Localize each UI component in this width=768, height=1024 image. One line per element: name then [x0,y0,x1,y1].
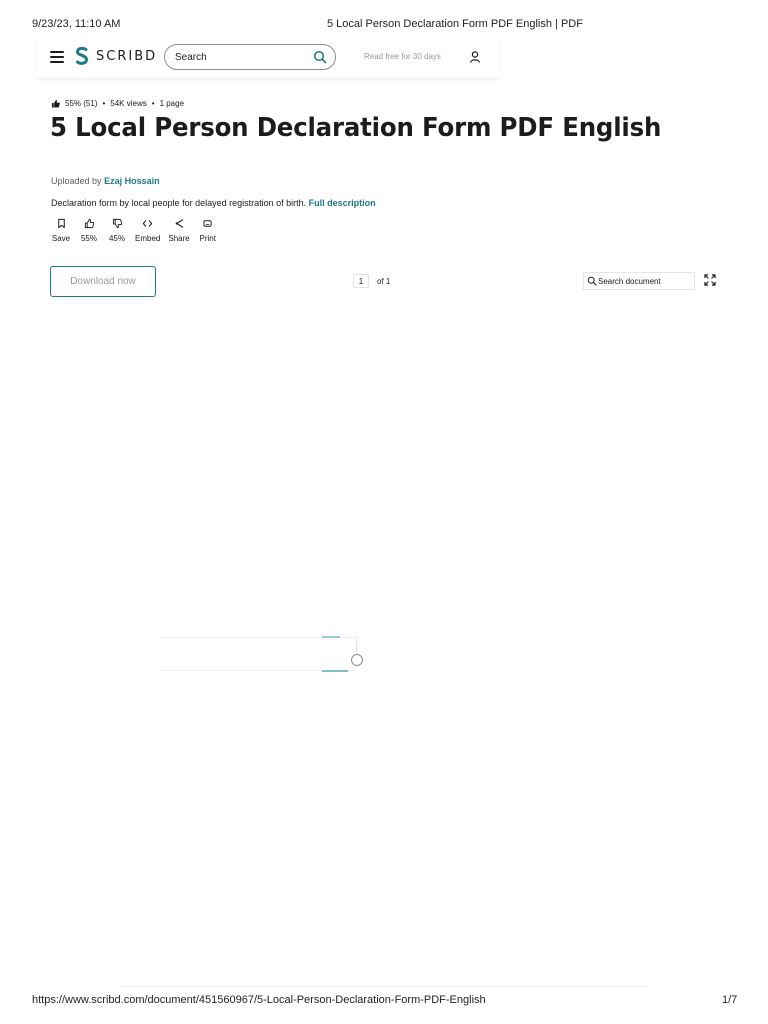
search-box [164,44,336,70]
print-page-count: 1/7 [722,994,738,1006]
save-label: Save [51,234,71,243]
document-actions: Save 55% 45% Embed Share Print [51,218,218,243]
description-text: Declaration form by local people for del… [51,198,307,208]
search-input[interactable] [175,49,305,65]
printer-icon [203,220,212,227]
share-label: Share [168,234,190,243]
document-description: Declaration form by local people for del… [51,198,376,208]
fullscreen-icon[interactable] [704,274,716,286]
page-divider [120,986,648,987]
share-icon [175,219,183,228]
document-title: 5 Local Person Declaration Form PDF Engl… [50,113,662,143]
pages-text: 1 page [159,99,185,108]
brand-name[interactable]: SCRIBD [96,49,157,64]
page-number-input[interactable]: 1 [353,274,369,288]
uploaded-by-label: Uploaded by [51,176,102,186]
separator-dot: • [151,99,155,108]
full-description-link[interactable]: Full description [309,198,376,208]
save-button[interactable]: Save [51,218,71,243]
thumbs-down-icon [112,218,122,229]
like-button[interactable]: 55% [79,218,99,243]
document-search-input[interactable] [598,275,690,287]
embed-label: Embed [135,234,161,243]
share-button[interactable]: Share [168,218,190,243]
bookmark-icon [57,218,65,229]
print-datetime: 9/23/23, 11:10 AM [32,18,121,30]
page-total: of 1 [377,277,391,286]
uploaded-by: Uploaded by Ezaj Hossain [51,176,160,186]
document-search [583,272,695,290]
embed-button[interactable]: Embed [135,218,160,243]
user-icon[interactable] [468,50,482,64]
dislike-percent: 45% [108,234,125,243]
menu-icon[interactable] [50,51,64,63]
uploader-link[interactable]: Ezaj Hossain [104,176,160,186]
print-label: Print [199,234,216,243]
print-page-title: 5 Local Person Declaration Form PDF Engl… [327,18,583,30]
rating-text: 55% (51) [65,99,98,108]
loading-bar [322,636,340,638]
download-button[interactable]: Download now [50,266,156,297]
thumbs-up-icon [84,218,94,229]
dislike-button[interactable]: 45% [107,218,127,243]
code-icon [143,220,153,227]
scribd-logo-icon[interactable] [74,46,90,66]
top-navbar: SCRIBD Read free for 30 days [36,36,500,78]
search-icon[interactable] [313,50,327,64]
loading-bar [322,670,348,672]
views-text: 54K views [110,99,147,108]
separator-dot: • [102,99,106,108]
thumbs-up-icon [51,99,60,108]
document-page-edge [356,637,357,655]
document-meta: 55% (51) • 54K views • 1 page [51,99,184,108]
search-icon [587,276,597,286]
print-url: https://www.scribd.com/document/45156096… [32,994,486,1006]
print-button[interactable]: Print [198,218,218,243]
like-percent: 55% [80,234,97,243]
loading-spinner-icon [351,654,363,666]
read-free-link[interactable]: Read free for 30 days [364,52,441,61]
